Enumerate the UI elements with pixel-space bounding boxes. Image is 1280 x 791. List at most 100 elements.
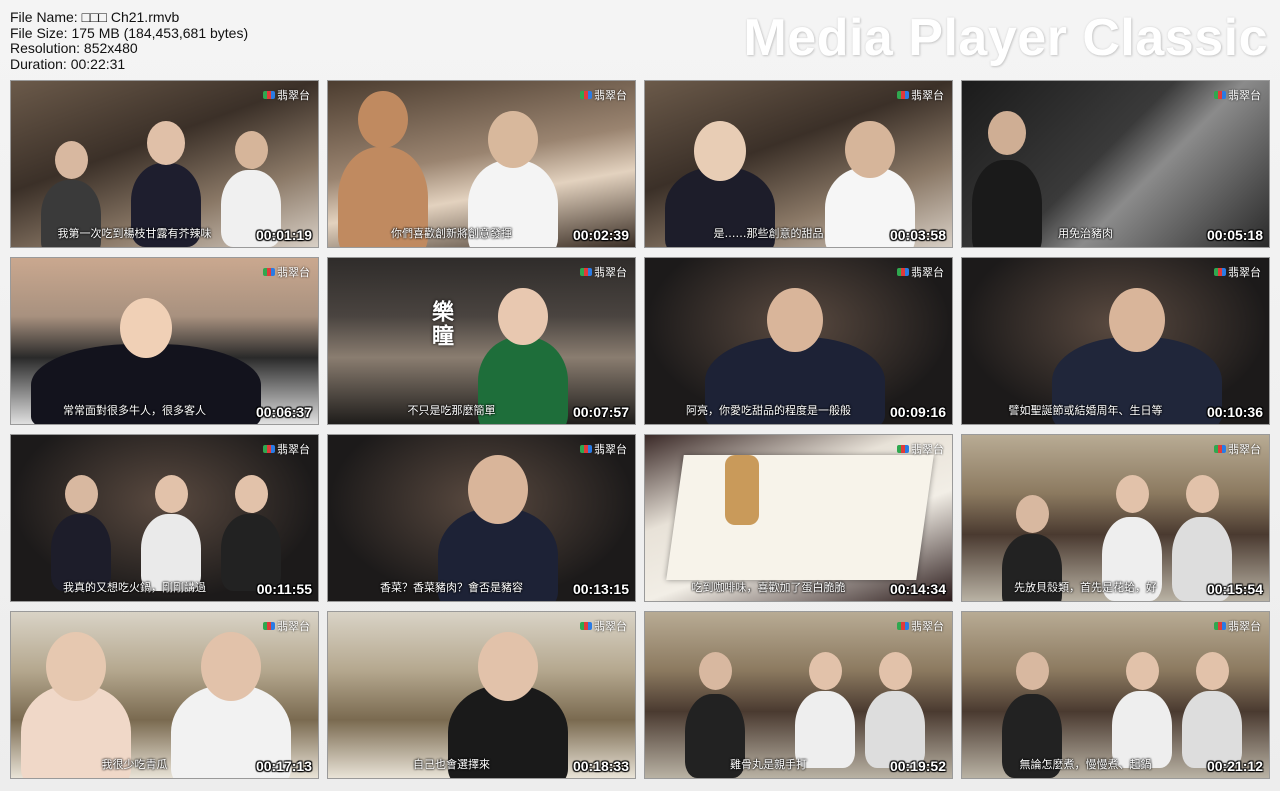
channel-name: 翡翠台 xyxy=(277,443,310,456)
person-head xyxy=(498,288,548,345)
tvb-jade-logo: 翡翠台 xyxy=(1214,618,1261,634)
person-head xyxy=(234,475,268,513)
channel-icon xyxy=(897,445,909,453)
person-head xyxy=(767,288,823,353)
person-head xyxy=(1125,652,1159,690)
channel-name: 翡翠台 xyxy=(911,443,944,456)
channel-name: 翡翠台 xyxy=(594,266,627,279)
channel-icon xyxy=(897,622,909,630)
channel-name: 翡翠台 xyxy=(594,89,627,102)
video-thumbnail: 翡翠台 香菜？香菜豬肉？會否是豬容 00:13:15 xyxy=(327,434,636,602)
tvb-jade-logo: 翡翠台 xyxy=(897,87,944,103)
tvb-jade-logo: 翡翠台 xyxy=(263,264,310,280)
tvb-jade-logo: 翡翠台 xyxy=(580,264,627,280)
channel-icon xyxy=(263,622,275,630)
video-thumbnail: 翡翠台 自己也會選擇來 00:18:33 xyxy=(327,611,636,779)
timestamp-label: 00:21:12 xyxy=(1206,758,1263,774)
person-head xyxy=(694,121,746,181)
channel-name: 翡翠台 xyxy=(911,620,944,633)
channel-icon xyxy=(263,91,275,99)
channel-icon xyxy=(263,268,275,276)
resolution: Resolution: 852x480 xyxy=(10,40,138,56)
file-name: File Name: □□□ Ch21.rmvb xyxy=(10,9,180,25)
channel-icon xyxy=(1214,91,1226,99)
channel-icon xyxy=(1214,268,1226,276)
person-head xyxy=(64,475,98,513)
video-thumbnail: 翡翠台 我第一次吃到楊枝甘露有芥辣味 00:01:19 xyxy=(10,80,319,248)
person-head xyxy=(488,111,538,168)
video-thumbnail: 翡翠台 譬如聖誕節或結婚周年、生日等 00:10:36 xyxy=(961,257,1270,425)
timestamp-label: 00:13:15 xyxy=(572,581,629,597)
video-thumbnail: 翡翠台 我真的又想吃火鍋，剛剛講過 00:11:55 xyxy=(10,434,319,602)
person-head xyxy=(358,91,408,148)
timestamp-label: 00:19:52 xyxy=(889,758,946,774)
video-thumbnail: 翡翠台 常常面對很多牛人，很多客人 00:06:37 xyxy=(10,257,319,425)
timestamp-label: 00:05:18 xyxy=(1206,227,1263,243)
tvb-jade-logo: 翡翠台 xyxy=(263,618,310,634)
channel-name: 翡翠台 xyxy=(277,266,310,279)
person-head xyxy=(845,121,895,178)
timestamp-label: 00:10:36 xyxy=(1206,404,1263,420)
channel-name: 翡翠台 xyxy=(911,89,944,102)
person-head xyxy=(698,652,732,690)
file-size: File Size: 175 MB (184,453,681 bytes) xyxy=(10,24,249,41)
channel-name: 翡翠台 xyxy=(1228,620,1261,633)
timestamp-label: 00:06:37 xyxy=(255,404,312,420)
media-player-watermark: Media Player Classic xyxy=(743,9,1268,67)
tvb-jade-logo: 翡翠台 xyxy=(580,87,627,103)
duration: Duration: 00:22:31 xyxy=(10,55,126,72)
person-head xyxy=(234,131,268,169)
dessert-plate xyxy=(666,455,934,580)
channel-icon xyxy=(897,268,909,276)
person-head xyxy=(1015,652,1049,690)
channel-name: 翡翠台 xyxy=(594,620,627,633)
tvb-jade-logo: 翡翠台 xyxy=(580,441,627,457)
channel-icon xyxy=(580,622,592,630)
person-head xyxy=(478,632,538,701)
video-thumbnail: 翡翠台 無論怎麼煮，慢慢煮、起鍋 00:21:12 xyxy=(961,611,1270,779)
person-head xyxy=(154,475,188,513)
channel-name: 翡翠台 xyxy=(277,89,310,102)
tvb-jade-logo: 翡翠台 xyxy=(897,264,944,280)
tvb-jade-logo: 翡翠台 xyxy=(1214,87,1261,103)
dessert-roll xyxy=(725,455,759,525)
thumbnail-grid: 翡翠台 我第一次吃到楊枝甘露有芥辣味 00:01:19 翡翠台 你們喜歡創新將創意發揮 0… xyxy=(10,80,1270,780)
timestamp-label: 00:18:33 xyxy=(572,758,629,774)
channel-icon xyxy=(1214,622,1226,630)
name-caption: 樂瞳 xyxy=(428,300,453,348)
tvb-jade-logo: 翡翠台 xyxy=(1214,441,1261,457)
person-head xyxy=(1195,652,1229,690)
timestamp-label: 00:09:16 xyxy=(889,404,946,420)
timestamp-label: 00:01:19 xyxy=(255,227,312,243)
person-head xyxy=(1185,475,1219,513)
video-thumbnail: 翡翠台 雞骨丸是親手打 00:19:52 xyxy=(644,611,953,779)
video-thumbnail: 翡翠台 樂瞳 不只是吃那麼簡單 00:07:57 xyxy=(327,257,636,425)
person-head xyxy=(808,652,842,690)
tvb-jade-logo: 翡翠台 xyxy=(897,618,944,634)
timestamp-label: 00:03:58 xyxy=(889,227,946,243)
video-thumbnail: 翡翠台 是……那些創意的甜品 00:03:58 xyxy=(644,80,953,248)
tvb-jade-logo: 翡翠台 xyxy=(1214,264,1261,280)
channel-name: 翡翠台 xyxy=(1228,89,1261,102)
person-head xyxy=(468,455,528,524)
channel-name: 翡翠台 xyxy=(277,620,310,633)
person-head xyxy=(46,632,106,701)
video-thumbnail: 翡翠台 阿亮，你愛吃甜品的程度是一般般 00:09:16 xyxy=(644,257,953,425)
channel-name: 翡翠台 xyxy=(911,266,944,279)
timestamp-label: 00:17:13 xyxy=(255,758,312,774)
channel-icon xyxy=(897,91,909,99)
channel-icon xyxy=(263,445,275,453)
timestamp-label: 00:07:57 xyxy=(572,404,629,420)
person-head xyxy=(1115,475,1149,513)
video-thumbnail: 翡翠台 你們喜歡創新將創意發揮 00:02:39 xyxy=(327,80,636,248)
timestamp-label: 00:14:34 xyxy=(889,581,946,597)
timestamp-label: 00:02:39 xyxy=(572,227,629,243)
channel-icon xyxy=(580,91,592,99)
video-thumbnail: 翡翠台 先放貝殼類，首先是花蛤，好 00:15:54 xyxy=(961,434,1270,602)
video-thumbnail: 翡翠台 吃到咖啡味，喜歡加了蛋白脆脆 00:14:34 xyxy=(644,434,953,602)
person-head xyxy=(54,141,88,179)
timestamp-label: 00:15:54 xyxy=(1206,581,1263,597)
tvb-jade-logo: 翡翠台 xyxy=(263,87,310,103)
channel-name: 翡翠台 xyxy=(1228,443,1261,456)
channel-icon xyxy=(580,268,592,276)
